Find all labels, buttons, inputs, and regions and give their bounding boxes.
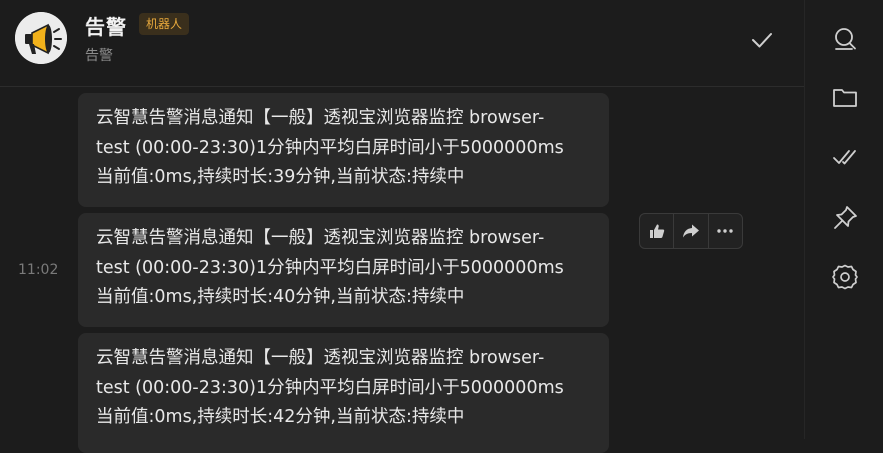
tasks-button[interactable] [830,142,860,172]
pin-button[interactable] [830,203,860,233]
search-icon [835,28,856,50]
megaphone-icon [15,12,67,64]
mark-done-button[interactable] [748,26,776,54]
settings-button[interactable] [830,262,860,292]
chat-panel: 告警 机器人 告警 云智慧告警消息通知【一般】透视宝浏览器监控 browser-… [0,0,804,453]
check-icon [752,33,772,48]
bot-badge: 机器人 [139,13,190,35]
gear-icon [832,264,858,290]
forward-button[interactable] [673,214,707,248]
message-bubble[interactable]: 云智慧告警消息通知【一般】透视宝浏览器监控 browser- test (00:… [78,93,609,207]
forward-icon [682,224,699,238]
chat-subtitle: 告警 [85,48,113,64]
message-bubble[interactable]: 云智慧告警消息通知【一般】透视宝浏览器监控 browser- test (00:… [78,213,609,327]
message-hover-toolbar [639,213,743,249]
like-button[interactable] [640,214,673,248]
message-list: 云智慧告警消息通知【一般】透视宝浏览器监控 browser- test (00:… [0,87,804,453]
more-button[interactable] [707,214,742,248]
avatar[interactable] [15,12,67,64]
more-icon [717,229,734,233]
chat-title: 告警 [85,15,127,39]
message-time: 11:02 [18,262,59,278]
pin-icon [834,206,857,229]
double-check-icon [833,150,856,165]
files-button[interactable] [830,82,860,112]
message-bubble[interactable]: 云智慧告警消息通知【一般】透视宝浏览器监控 browser- test (00:… [78,333,609,453]
thumbs-up-icon [649,224,664,238]
right-sidebar [804,0,883,439]
chat-header: 告警 机器人 告警 [0,0,804,87]
folder-icon [833,89,857,107]
search-button[interactable] [830,24,860,54]
